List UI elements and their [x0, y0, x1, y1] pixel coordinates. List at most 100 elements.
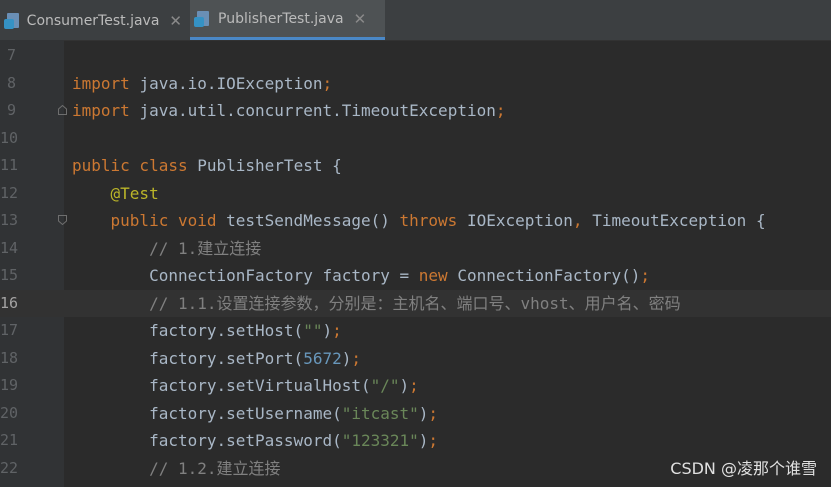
code-token: // 1.建立连接: [149, 238, 262, 258]
code-token: ;: [640, 266, 650, 285]
code-token: PublisherTest {: [197, 156, 342, 175]
code-token: "itcast": [341, 403, 419, 423]
line-number: 14: [0, 238, 19, 257]
code-token: public void: [110, 211, 227, 230]
line-number: 13: [0, 211, 19, 229]
code-text: @Test: [72, 180, 159, 207]
line-number: 10: [0, 128, 19, 147]
code-token: factory.setUsername(: [72, 403, 342, 423]
code-token: ConnectionFactory(): [457, 266, 641, 285]
code-token: throws: [399, 211, 467, 230]
line-number: 9: [6, 101, 16, 119]
code-token: IOException: [466, 211, 573, 230]
code-line[interactable]: 10: [0, 125, 831, 152]
code-token: factory.setVirtualHost(: [72, 376, 371, 395]
code-token: testSendMessage(): [226, 211, 400, 230]
line-number: 19: [0, 376, 19, 394]
code-token: ): [399, 376, 410, 395]
line-number: 8: [6, 73, 16, 92]
code-token: "": [303, 321, 323, 340]
code-token: // 1.1.设置连接参数，分别是：主机名、端口号、vhost、用户名、密码: [149, 293, 681, 313]
code-line[interactable]: 16 // 1.1.设置连接参数，分别是：主机名、端口号、vhost、用户名、密…: [0, 289, 831, 317]
code-token: ): [418, 431, 429, 450]
line-number: 16: [0, 293, 19, 312]
line-number: 18: [0, 348, 19, 367]
code-line[interactable]: 18 factory.setPort(5672);: [0, 345, 831, 372]
code-token: public class: [72, 156, 198, 175]
close-icon[interactable]: ✕: [354, 10, 367, 28]
code-line[interactable]: 9 import java.util.concurrent.TimeoutExce…: [0, 97, 831, 124]
code-text: public void testSendMessage() throws IOE…: [72, 207, 766, 234]
code-line[interactable]: 20 factory.setUsername("itcast");: [0, 400, 831, 427]
java-file-icon: [194, 10, 212, 28]
code-text: public class PublisherTest {: [72, 152, 342, 179]
code-line[interactable]: 7: [0, 42, 831, 69]
code-token: 5672: [303, 348, 342, 368]
code-line[interactable]: 17 factory.setHost("");: [0, 317, 831, 344]
code-token: ;: [428, 431, 439, 450]
code-text: factory.setUsername("itcast");: [72, 400, 438, 427]
code-token: ConnectionFactory factory =: [72, 266, 419, 285]
line-number: 22: [0, 458, 19, 477]
code-token: ;: [495, 101, 506, 120]
code-text: // 1.建立连接: [72, 235, 261, 262]
code-token: ;: [322, 73, 333, 93]
code-editor[interactable]: 7 8 import java.io.IOException; 9 import jav…: [0, 40, 831, 487]
code-token: import: [72, 73, 140, 93]
line-number: 12: [0, 183, 19, 202]
code-token: import: [72, 101, 140, 120]
code-line[interactable]: 21 factory.setPassword("123321");: [0, 427, 831, 454]
fold-marker-icon[interactable]: [58, 215, 67, 225]
code-text: import java.io.IOException;: [72, 70, 332, 97]
code-token: ;: [409, 376, 419, 395]
editor-tab-bar: ConsumerTest.java ✕ PublisherTest.java ✕: [0, 0, 831, 41]
line-number: 20: [0, 403, 19, 422]
tab-label: ConsumerTest.java: [26, 13, 160, 29]
code-line[interactable]: 13 public void testSendMessage() throws …: [0, 207, 831, 234]
line-number: 21: [0, 431, 19, 449]
code-line[interactable]: 8 import java.io.IOException;: [0, 70, 831, 97]
tab-publisher-test[interactable]: PublisherTest.java ✕: [190, 0, 385, 40]
code-token: ): [341, 348, 352, 368]
code-token: // 1.2.建立连接: [149, 458, 281, 478]
line-number: 15: [0, 266, 19, 284]
code-text: factory.setPassword("123321");: [72, 427, 438, 454]
code-text: // 1.1.设置连接参数，分别是：主机名、端口号、vhost、用户名、密码: [72, 290, 681, 317]
code-token: java.io.IOException: [139, 73, 323, 93]
code-token: factory.setPort(: [72, 348, 304, 368]
code-text: ConnectionFactory factory = new Connecti…: [72, 262, 650, 289]
code-line[interactable]: 12 @Test: [0, 180, 831, 207]
code-token: ): [418, 403, 429, 423]
code-text: factory.setHost("");: [72, 317, 342, 344]
code-token: ;: [332, 321, 342, 340]
code-token: "/": [370, 376, 400, 395]
close-icon[interactable]: ✕: [169, 12, 182, 30]
line-number: 11: [0, 156, 19, 174]
code-text: import java.util.concurrent.TimeoutExcep…: [72, 97, 506, 124]
tab-consumer-test[interactable]: ConsumerTest.java ✕: [0, 2, 190, 40]
code-token: ,: [572, 211, 593, 230]
code-line[interactable]: 11 public class PublisherTest {: [0, 152, 831, 179]
code-token: TimeoutException {: [592, 211, 766, 230]
line-number: 7: [6, 46, 16, 64]
code-text: factory.setVirtualHost("/");: [72, 372, 419, 399]
code-token: factory.setHost(: [72, 321, 304, 340]
code-line[interactable]: 15 ConnectionFactory factory = new Conne…: [0, 262, 831, 289]
code-token: ;: [428, 403, 439, 423]
java-file-icon: [4, 12, 21, 30]
code-text: // 1.2.建立连接: [72, 455, 281, 482]
code-token: new: [418, 266, 458, 285]
fold-marker-icon[interactable]: [58, 105, 67, 115]
code-line[interactable]: 14 // 1.建立连接: [0, 235, 831, 262]
code-text: factory.setPort(5672);: [72, 345, 361, 372]
code-token: @Test: [110, 183, 159, 203]
code-token: "123321": [341, 431, 419, 450]
code-line[interactable]: 19 factory.setVirtualHost("/");: [0, 372, 831, 399]
line-number: 17: [0, 321, 19, 339]
tab-label: PublisherTest.java: [218, 10, 344, 27]
